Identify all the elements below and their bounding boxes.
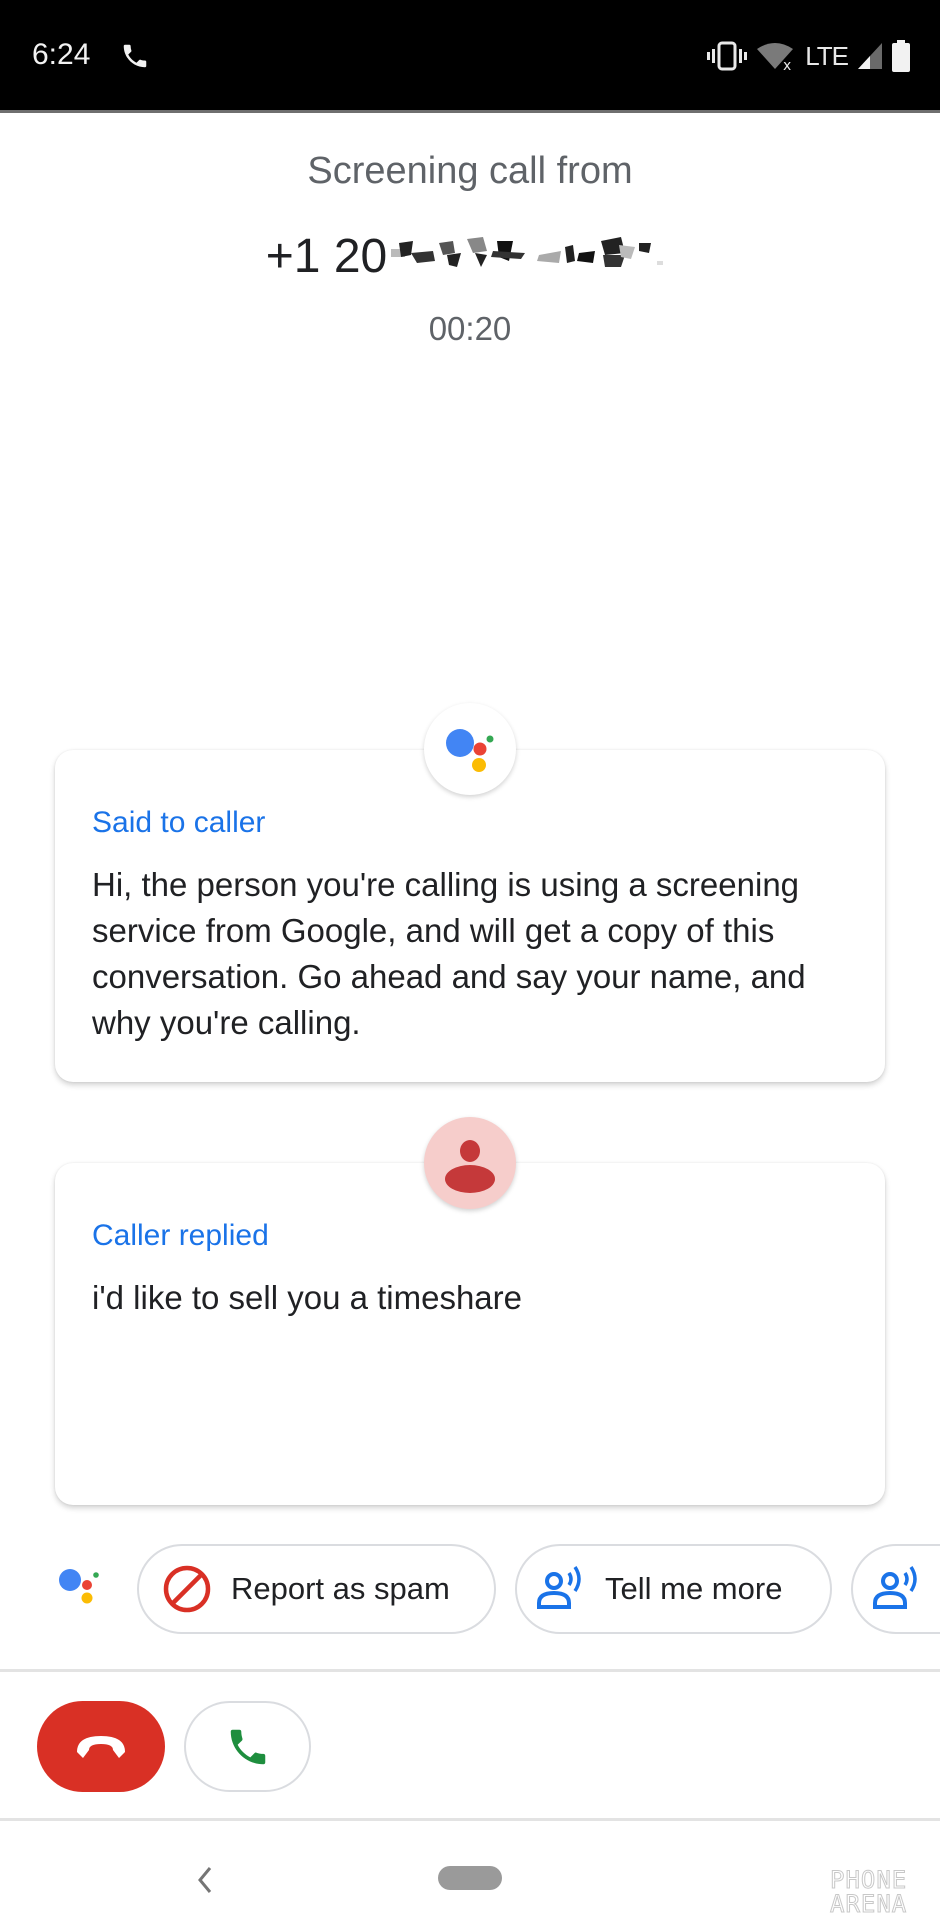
report-spam-chip[interactable]: Report as spam <box>137 1544 496 1634</box>
block-icon <box>163 1565 211 1613</box>
battery-icon <box>892 40 910 72</box>
speak-person-icon <box>537 1566 581 1609</box>
phone-call-icon <box>123 44 147 68</box>
accept-call-button[interactable] <box>184 1701 311 1792</box>
watermark-line: PHONE <box>830 1866 908 1894</box>
caller-avatar-icon <box>445 1140 495 1193</box>
screening-title: Screening call from <box>307 150 633 192</box>
decline-call-button[interactable] <box>37 1701 165 1792</box>
tell-me-more-chip[interactable]: Tell me more <box>515 1544 832 1634</box>
google-assistant-icon <box>59 1569 99 1604</box>
network-type: LTE <box>805 40 849 71</box>
status-time: 6:24 <box>32 38 91 71</box>
wifi-off-icon: x <box>757 43 794 71</box>
assistant-badge <box>424 703 516 795</box>
controls-divider-top <box>0 1669 940 1672</box>
suggestion-chips: Report as spam Tell me more <box>0 1540 940 1636</box>
google-assistant-icon <box>446 729 494 772</box>
signal-icon <box>858 43 882 69</box>
status-bar-divider <box>0 110 940 113</box>
redacted-number <box>391 237 664 268</box>
speak-person-icon <box>873 1566 917 1609</box>
home-pill-icon[interactable] <box>438 1866 502 1890</box>
transcript-card-assistant: Said to caller Hi, the person you're cal… <box>55 750 885 1082</box>
vibrate-icon <box>707 41 748 71</box>
transcript-card-caller: Caller replied i'd like to sell you a ti… <box>55 1163 885 1505</box>
call-timer: 00:20 <box>428 310 512 347</box>
controls-divider-bottom <box>0 1818 940 1821</box>
caller-number: +1 20 <box>0 226 940 284</box>
transcript-text: i'd like to sell you a timeshare <box>92 1279 522 1316</box>
svg-text:x: x <box>783 58 791 71</box>
transcript-text: Hi, the person you're calling is using a… <box>92 866 806 1041</box>
status-bar: 6:24 x LTE <box>0 0 940 112</box>
transcript-label: Caller replied <box>92 1219 269 1252</box>
chip-label: Tell me more <box>605 1571 783 1606</box>
watermark-logo: PHONE ARENA <box>830 1866 926 1918</box>
chip-label: Report as spam <box>231 1571 450 1606</box>
caller-badge <box>424 1117 516 1209</box>
transcript-label: Said to caller <box>92 806 266 839</box>
hang-up-icon <box>77 1735 125 1758</box>
caller-number-prefix: +1 20 <box>265 229 388 283</box>
phone-icon <box>230 1729 265 1764</box>
status-icons: x LTE <box>707 38 910 74</box>
back-chevron-icon[interactable] <box>190 1860 220 1900</box>
watermark-line: ARENA <box>830 1890 908 1918</box>
more-suggestion-chip[interactable] <box>851 1544 940 1634</box>
